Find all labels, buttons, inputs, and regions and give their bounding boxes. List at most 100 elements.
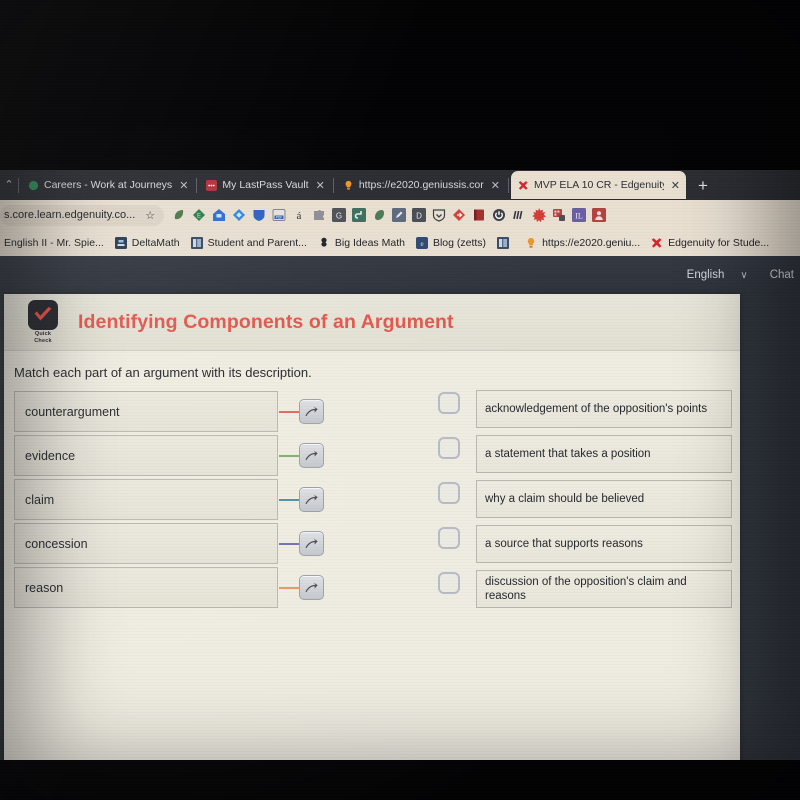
tab-close-icon[interactable]: ✕ — [669, 179, 680, 192]
description-text: discussion of the opposition's claim and… — [485, 576, 687, 602]
term-box-evidence[interactable]: evidence — [14, 435, 278, 476]
bookmark-blog-zetts[interactable]: e Blog (zetts) — [415, 237, 492, 249]
blue-diamond-icon[interactable] — [232, 208, 246, 222]
browser-tab-geniussis[interactable]: https://e2020.geniussis.cor ✕ — [336, 172, 506, 199]
tab-title: My LastPass Vault — [222, 179, 309, 191]
term-row: reason — [14, 566, 334, 609]
bookmark-edgenuity-for-students[interactable]: Edgenuity for Stude... — [651, 237, 775, 249]
power-icon[interactable] — [492, 208, 506, 222]
tab-close-icon[interactable]: ✕ — [314, 179, 325, 192]
terms-column: counterargument evidence claim concessio… — [14, 390, 334, 617]
svg-text:E: E — [197, 214, 201, 220]
browser-toolbar: s.core.learn.edgenuity.co... ☆ E PDF á G… — [0, 200, 800, 230]
drop-target-2[interactable] — [438, 482, 460, 504]
term-label: claim — [25, 492, 55, 507]
bookmark-star-icon[interactable]: ☆ — [145, 209, 155, 222]
quick-check-label-line1: Quick — [34, 330, 52, 337]
blue-shield-icon[interactable] — [252, 208, 266, 222]
drop-target-3[interactable] — [438, 527, 460, 549]
term-box-counterargument[interactable]: counterargument — [14, 391, 278, 432]
description-list: acknowledgement of the opposition's poin… — [476, 390, 732, 617]
language-label: English — [686, 269, 725, 281]
new-tab-button[interactable]: + — [686, 177, 720, 194]
connector-line-0 — [279, 410, 299, 413]
bookmark-deltamath[interactable]: DeltaMath — [114, 237, 186, 249]
red-book-icon[interactable] — [472, 208, 486, 222]
svg-text:D: D — [416, 212, 422, 221]
d-square-icon[interactable]: D — [412, 208, 427, 222]
svg-text:PDF: PDF — [276, 216, 283, 220]
red-checkmark-icon — [34, 306, 52, 320]
term-box-claim[interactable]: claim — [14, 479, 278, 520]
il-icon[interactable]: IL — [572, 208, 587, 222]
page-title: Identifying Components of an Argument — [78, 310, 454, 333]
leaf-green-icon[interactable] — [172, 208, 186, 222]
tab-close-icon[interactable]: ✕ — [177, 179, 188, 192]
bookmark-label: Blog (zetts) — [432, 237, 487, 249]
browser-tab-lastpass[interactable]: My LastPass Vault ✕ — [199, 172, 330, 199]
grammarly-g-icon[interactable]: G — [332, 208, 347, 222]
svg-text:e: e — [420, 240, 423, 248]
bookmark-square-unnamed[interactable] — [497, 237, 520, 249]
tab-separator — [507, 177, 509, 193]
lastpass-icon — [206, 179, 218, 191]
dark-arrow-icon[interactable] — [352, 208, 367, 222]
puzzle-piece-icon[interactable] — [312, 208, 326, 222]
red-arrow-icon[interactable] — [452, 208, 466, 222]
description-box-1[interactable]: a statement that takes a position — [476, 435, 732, 473]
blue-house-icon[interactable] — [212, 208, 226, 222]
curved-arrow-icon — [305, 538, 318, 549]
drag-arrow-button-4[interactable] — [299, 575, 324, 600]
bookmark-square-icon — [497, 237, 510, 249]
description-text: a statement that takes a position — [485, 448, 651, 460]
bookmark-big-ideas-math[interactable]: Big Ideas Math — [318, 237, 411, 249]
blue-pencil-icon[interactable] — [392, 208, 407, 222]
red-grid-icon[interactable] — [552, 208, 566, 222]
term-box-reason[interactable]: reason — [14, 567, 278, 608]
curved-arrow-icon — [305, 450, 318, 461]
bookmark-e2020-geniussis[interactable]: https://e2020.geniu... — [525, 237, 646, 249]
a-accent-icon[interactable]: á — [292, 208, 306, 222]
tab-search-chevron-icon[interactable]: ⌃ — [2, 170, 16, 200]
bookmark-label: Student and Parent... — [207, 237, 307, 249]
drag-arrow-button-1[interactable] — [299, 443, 324, 468]
drag-arrow-button-0[interactable] — [299, 399, 324, 424]
connector-line-3 — [279, 542, 299, 545]
drag-arrow-button-2[interactable] — [299, 487, 324, 512]
edgenuity-x-icon — [651, 238, 662, 248]
language-selector[interactable]: English ∨ — [687, 269, 748, 281]
bookmark-label: Edgenuity for Stude... — [668, 237, 770, 249]
description-box-0[interactable]: acknowledgement of the opposition's poin… — [476, 390, 732, 428]
connector-line-2 — [279, 498, 299, 501]
bookmark-student-and-parent[interactable]: Student and Parent... — [190, 237, 313, 249]
bookmark-english-ii[interactable]: English II - Mr. Spie... — [4, 237, 110, 249]
address-bar[interactable]: s.core.learn.edgenuity.co... ☆ — [0, 204, 165, 226]
browser-tab-careers[interactable]: Careers - Work at Journeys ✕ — [21, 172, 194, 199]
drop-target-4[interactable] — [438, 572, 460, 594]
description-text: why a claim should be believed — [485, 493, 645, 505]
tab-separator — [332, 177, 334, 193]
stripes-icon[interactable] — [512, 208, 526, 222]
red-burst-icon[interactable] — [532, 208, 547, 222]
edgenuity-x-icon — [518, 180, 528, 190]
edgenuity-page: English ∨ Chat Quick Check Identifying C… — [0, 256, 800, 760]
browser-tab-mvp-ela-10-cr[interactable]: MVP ELA 10 CR - Edgenuity ✕ — [510, 171, 686, 199]
evernote-elephant-icon[interactable] — [372, 208, 386, 222]
address-bar-url: s.core.learn.edgenuity.co... — [4, 209, 136, 221]
activity-card: Quick Check Identifying Components of an… — [4, 294, 740, 760]
description-box-2[interactable]: why a claim should be believed — [476, 480, 732, 518]
drag-arrow-button-3[interactable] — [299, 531, 324, 556]
tab-close-icon[interactable]: ✕ — [489, 179, 500, 192]
description-box-3[interactable]: a source that supports reasons — [476, 525, 732, 563]
drop-target-1[interactable] — [438, 437, 460, 459]
chrome-browser-window: ⌃ Careers - Work at Journeys ✕ My LastPa… — [0, 170, 800, 760]
term-box-concession[interactable]: concession — [14, 523, 278, 564]
pdf-icon[interactable]: PDF — [272, 208, 286, 222]
person-badge-icon[interactable] — [592, 208, 607, 222]
evernote-green-diamond-icon[interactable]: E — [192, 208, 206, 222]
description-box-4[interactable]: discussion of the opposition's claim and… — [476, 570, 732, 608]
drop-target-0[interactable] — [438, 392, 460, 414]
chat-button[interactable]: Chat — [770, 269, 794, 281]
orange-bulb-icon — [345, 180, 352, 190]
shield-check-icon[interactable] — [432, 208, 446, 222]
